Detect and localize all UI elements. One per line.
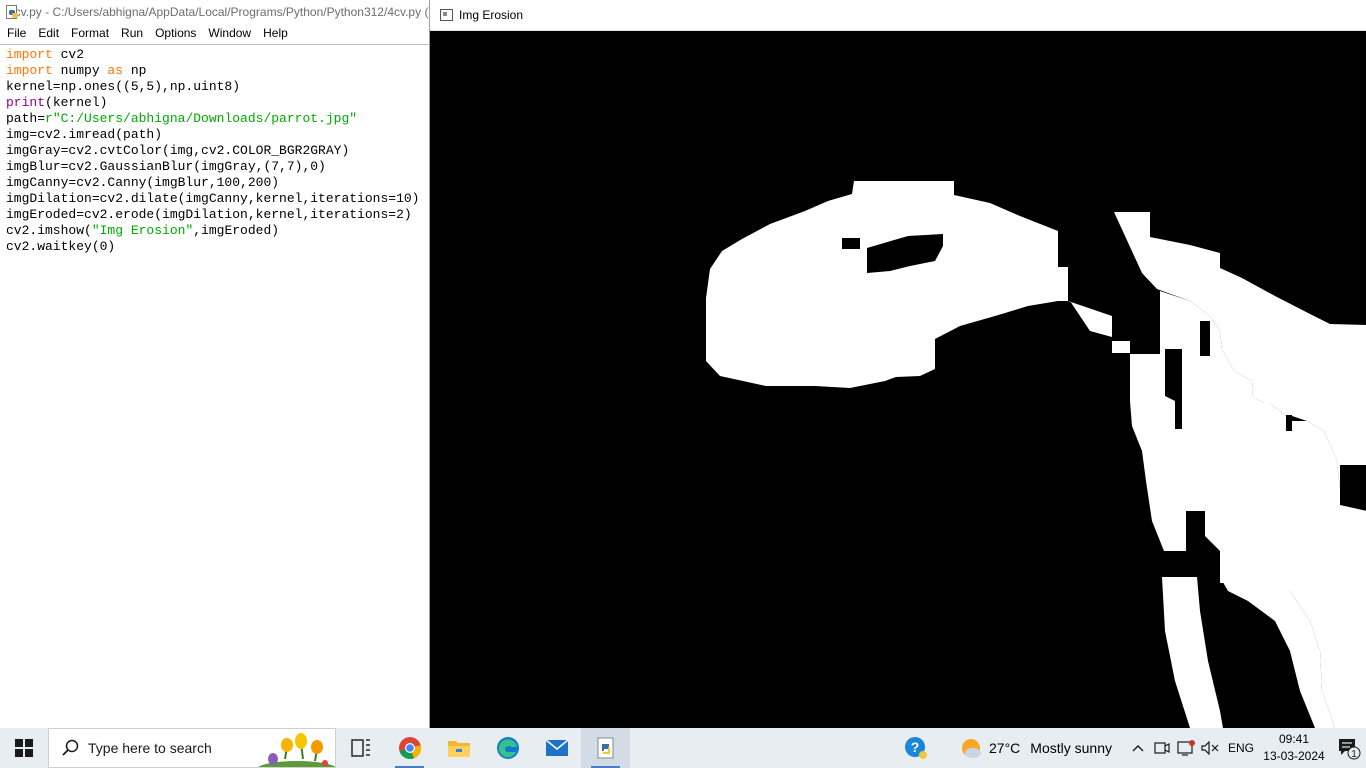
menu-file[interactable]: File bbox=[0, 23, 32, 43]
img-erosion-titlebar[interactable]: Img Erosion bbox=[430, 0, 1366, 31]
code-token: path= bbox=[6, 111, 46, 126]
code-token: ,imgEroded) bbox=[193, 223, 280, 238]
window-app-icon bbox=[440, 9, 453, 21]
code-token: r"C:/Users/abhigna/Downloads/parrot.jpg" bbox=[45, 111, 358, 126]
flowers-decoration-icon bbox=[258, 733, 335, 767]
start-button[interactable] bbox=[0, 728, 48, 768]
code-token: img=cv2.imread(path) bbox=[6, 127, 163, 142]
search-placeholder: Type here to search bbox=[88, 740, 212, 756]
code-token: cv2.imshow( bbox=[6, 223, 92, 238]
code-token: imgEroded=cv2.erode(imgDilation,kernel,i… bbox=[6, 207, 412, 222]
language-indicator[interactable]: ENG bbox=[1228, 741, 1254, 755]
code-line: cv2.waitkey(0) bbox=[6, 239, 429, 255]
meet-now-icon bbox=[1154, 742, 1170, 754]
menu-window[interactable]: Window bbox=[202, 23, 257, 43]
code-token: imgGray=cv2.cvtColor(img,cv2.COLOR_BGR2G… bbox=[6, 143, 350, 158]
img-erosion-title: Img Erosion bbox=[459, 8, 524, 22]
show-hidden-icons-button[interactable] bbox=[1126, 744, 1150, 752]
chrome-button[interactable] bbox=[385, 728, 434, 768]
code-line: imgEroded=cv2.erode(imgDilation,kernel,i… bbox=[6, 207, 429, 223]
img-erosion-window: Img Erosion bbox=[429, 0, 1366, 728]
code-token: (kernel) bbox=[45, 95, 108, 110]
code-token: cv2 bbox=[52, 47, 85, 62]
weather-condition: Mostly sunny bbox=[1030, 740, 1112, 756]
code-token: import bbox=[6, 63, 53, 78]
meet-now-button[interactable] bbox=[1150, 741, 1174, 755]
volume-button[interactable] bbox=[1198, 741, 1222, 755]
code-line: import numpy as np bbox=[6, 63, 429, 79]
code-token: "Img Erosion" bbox=[91, 223, 194, 238]
eroded-image bbox=[430, 31, 1366, 728]
code-line: kernel=np.ones((5,5),np.uint8) bbox=[6, 79, 429, 95]
mail-icon bbox=[545, 739, 568, 756]
taskbar: Type here to search ? 27°C Mostly sunny … bbox=[0, 728, 1366, 768]
idle-window-title: 4cv.py - C:/Users/abhigna/AppData/Local/… bbox=[8, 4, 430, 19]
notifications-button[interactable]: 1 bbox=[1332, 736, 1366, 760]
help-icon: ? bbox=[905, 737, 927, 759]
code-line: print(kernel) bbox=[6, 95, 429, 111]
weather-widget[interactable]: 27°C Mostly sunny bbox=[959, 736, 1112, 760]
code-token: imgBlur=cv2.GaussianBlur(imgGray,(7,7),0… bbox=[6, 159, 326, 174]
code-editor[interactable]: import cv2 import numpy as np kernel=np.on… bbox=[0, 44, 429, 708]
svg-text:?: ? bbox=[911, 739, 920, 755]
code-token: imgDilation=cv2.dilate(imgCanny,kernel,i… bbox=[6, 191, 420, 206]
network-icon bbox=[1177, 740, 1195, 756]
code-token: imgCanny=cv2.Canny(imgBlur,100,200) bbox=[6, 175, 280, 190]
code-line: img=cv2.imread(path) bbox=[6, 127, 429, 143]
python-icon bbox=[597, 737, 613, 759]
code-line: import cv2 bbox=[6, 47, 429, 63]
code-token: kernel=np.ones((5,5),np.uint8) bbox=[6, 79, 241, 94]
search-icon bbox=[62, 739, 79, 756]
help-button[interactable]: ? bbox=[901, 736, 931, 760]
edge-icon bbox=[496, 737, 519, 759]
code-line: imgDilation=cv2.dilate(imgCanny,kernel,i… bbox=[6, 191, 429, 207]
clock[interactable]: 09:41 13-03-2024 bbox=[1262, 731, 1326, 765]
clock-date: 13-03-2024 bbox=[1263, 749, 1325, 763]
edge-button[interactable] bbox=[483, 728, 532, 768]
code-token: import bbox=[6, 47, 53, 62]
code-token: cv2.waitkey(0) bbox=[6, 239, 116, 254]
code-token: as bbox=[107, 63, 124, 78]
notification-count: 1 bbox=[1351, 749, 1357, 760]
task-view-button[interactable] bbox=[336, 728, 385, 768]
code-token: np bbox=[123, 63, 147, 78]
menu-options[interactable]: Options bbox=[149, 23, 202, 43]
sun-icon bbox=[962, 739, 981, 758]
menu-run[interactable]: Run bbox=[115, 23, 149, 43]
mail-button[interactable] bbox=[532, 728, 581, 768]
idle-menubar: File Edit Format Run Options Window Help bbox=[0, 23, 430, 43]
code-line: imgCanny=cv2.Canny(imgBlur,100,200) bbox=[6, 175, 429, 191]
menu-help[interactable]: Help bbox=[257, 23, 294, 43]
idle-titlebar[interactable]: 4cv.py - C:/Users/abhigna/AppData/Local/… bbox=[0, 0, 430, 23]
network-button[interactable] bbox=[1174, 740, 1198, 756]
file-explorer-button[interactable] bbox=[434, 728, 483, 768]
code-line: imgBlur=cv2.GaussianBlur(imgGray,(7,7),0… bbox=[6, 159, 429, 175]
code-line: cv2.imshow("Img Erosion",imgEroded) bbox=[6, 223, 429, 239]
system-tray: ? 27°C Mostly sunny ENG 09:41 13-03-2024… bbox=[901, 728, 1366, 768]
menu-format[interactable]: Format bbox=[65, 23, 115, 43]
code-token: numpy bbox=[52, 63, 108, 78]
code-line: imgGray=cv2.cvtColor(img,cv2.COLOR_BGR2G… bbox=[6, 143, 429, 159]
weather-temp: 27°C bbox=[989, 740, 1021, 756]
notifications-icon: 1 bbox=[1339, 739, 1361, 760]
clock-time: 09:41 bbox=[1278, 732, 1310, 746]
task-view-icon bbox=[350, 739, 370, 757]
menu-edit[interactable]: Edit bbox=[32, 23, 65, 43]
code-token: print bbox=[6, 95, 46, 110]
idle-editor-window: 4cv.py - C:/Users/abhigna/AppData/Local/… bbox=[0, 0, 430, 708]
python-idle-button[interactable] bbox=[581, 728, 630, 768]
chevron-up-icon bbox=[1132, 745, 1144, 752]
volume-muted-icon bbox=[1201, 741, 1219, 755]
code-line: path=r"C:/Users/abhigna/Downloads/parrot… bbox=[6, 111, 429, 127]
windows-logo-icon bbox=[15, 739, 33, 757]
folder-icon bbox=[447, 741, 470, 757]
chrome-icon bbox=[398, 737, 421, 760]
taskbar-search[interactable]: Type here to search bbox=[48, 728, 336, 768]
